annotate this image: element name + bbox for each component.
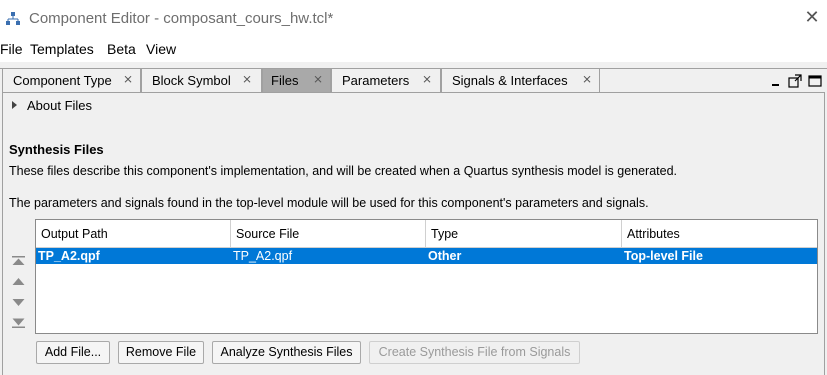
table-row[interactable]: TP_A2.qpf TP_A2.qpf Other Top-level File bbox=[36, 248, 817, 264]
section-description: These files describe this component's im… bbox=[9, 164, 678, 178]
close-icon[interactable]: ⨯ bbox=[313, 72, 323, 86]
window-title: Component Editor - composant_cours_hw.tc… bbox=[29, 10, 334, 27]
menu-bar: File Templates Beta View bbox=[0, 38, 827, 62]
move-up-icon[interactable] bbox=[12, 277, 25, 287]
cell-type: Other bbox=[428, 249, 462, 263]
tab-label: Files bbox=[271, 73, 299, 88]
close-icon[interactable]: ⨯ bbox=[123, 72, 133, 86]
table-header: Output Path Source File Type Attributes bbox=[36, 220, 817, 248]
tab-parameters[interactable]: Parameters ⨯ bbox=[331, 69, 441, 93]
close-icon[interactable]: ⨯ bbox=[242, 72, 252, 86]
analyze-synthesis-files-button[interactable]: Analyze Synthesis Files bbox=[212, 341, 361, 364]
menu-beta[interactable]: Beta bbox=[107, 41, 136, 57]
remove-file-button[interactable]: Remove File bbox=[118, 341, 204, 364]
column-header-source-file[interactable]: Source File bbox=[231, 220, 426, 248]
title-bar: Component Editor - composant_cours_hw.tc… bbox=[0, 0, 827, 38]
create-synthesis-file-button[interactable]: Create Synthesis File from Signals bbox=[369, 341, 580, 364]
move-down-icon[interactable] bbox=[12, 297, 25, 307]
tab-component-type[interactable]: Component Type ⨯ bbox=[2, 69, 141, 93]
tab-files[interactable]: Files ⨯ bbox=[262, 69, 331, 93]
move-to-top-icon[interactable] bbox=[12, 256, 25, 266]
tab-label: Component Type bbox=[13, 73, 112, 88]
column-header-output-path[interactable]: Output Path bbox=[36, 220, 231, 248]
minimize-icon[interactable] bbox=[770, 73, 784, 89]
column-header-attributes[interactable]: Attributes bbox=[622, 220, 817, 248]
cell-attributes: Top-level File bbox=[624, 249, 703, 263]
move-to-bottom-icon[interactable] bbox=[12, 318, 25, 328]
cell-source-file: TP_A2.qpf bbox=[233, 249, 293, 263]
tab-label: Block Symbol bbox=[152, 73, 231, 88]
cell-output-path: TP_A2.qpf bbox=[38, 249, 100, 263]
menu-file[interactable]: File bbox=[0, 41, 23, 57]
column-label: Output Path bbox=[41, 227, 108, 241]
hierarchy-icon bbox=[6, 12, 20, 25]
expand-arrow-icon bbox=[12, 101, 17, 109]
tab-label: Parameters bbox=[342, 73, 410, 88]
section-note: The parameters and signals found in the … bbox=[9, 196, 649, 210]
tab-block-symbol[interactable]: Block Symbol ⨯ bbox=[141, 69, 262, 93]
column-label: Attributes bbox=[627, 227, 680, 241]
column-label: Source File bbox=[236, 227, 300, 241]
add-file-button[interactable]: Add File... bbox=[36, 341, 110, 364]
menu-templates[interactable]: Templates bbox=[30, 41, 94, 57]
maximize-icon[interactable] bbox=[808, 73, 822, 89]
close-icon[interactable]: ⨯ bbox=[422, 72, 432, 86]
column-header-type[interactable]: Type bbox=[426, 220, 622, 248]
tab-bar: Component Type ⨯ Block Symbol ⨯ Files ⨯ … bbox=[0, 68, 827, 93]
popout-icon[interactable] bbox=[788, 73, 802, 89]
column-label: Type bbox=[431, 227, 459, 241]
menu-view[interactable]: View bbox=[146, 41, 176, 57]
tab-signals-interfaces[interactable]: Signals & Interfaces ⨯ bbox=[441, 69, 600, 93]
tab-label: Signals & Interfaces bbox=[452, 73, 568, 88]
about-files-label: About Files bbox=[27, 98, 93, 113]
close-icon[interactable]: ✕ bbox=[802, 7, 822, 27]
close-icon[interactable]: ⨯ bbox=[582, 72, 592, 86]
synthesis-files-table: Output Path Source File Type Attributes … bbox=[35, 219, 818, 334]
section-title: Synthesis Files bbox=[9, 142, 104, 157]
about-files-toggle[interactable]: About Files bbox=[12, 98, 92, 113]
